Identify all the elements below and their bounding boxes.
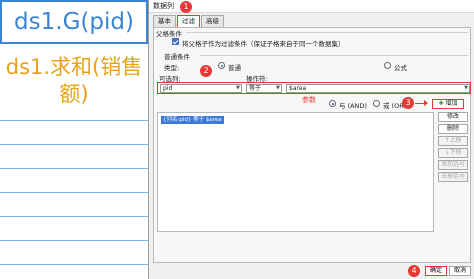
remove-bracket-button[interactable]: 去掉括号	[438, 172, 468, 182]
spreadsheet-area: ds1.G(pid) ds1.求和(销售额)	[0, 0, 148, 279]
remove-bracket-label: 去掉括号	[440, 173, 465, 180]
annotation-arrow	[415, 100, 428, 106]
modify-button-label: 修改	[446, 113, 459, 120]
column-value: pid	[163, 85, 173, 92]
add-bracket-button[interactable]: 添加括号	[438, 160, 468, 170]
value-text: $area	[289, 85, 307, 92]
radio-formula-label: 公式	[394, 64, 407, 72]
grid-line	[0, 240, 148, 241]
chevron-down-icon: ▼	[236, 85, 240, 91]
radio-normal[interactable]	[218, 62, 225, 69]
ok-button-label: 确定	[429, 267, 442, 274]
grid-line	[0, 168, 148, 169]
cell-b-text: ds1.求和(销售额)	[5, 55, 143, 106]
cell-ds1-group[interactable]: ds1.G(pid)	[0, 0, 148, 44]
ok-button[interactable]: 确定	[425, 266, 447, 276]
operator-value: 等于	[249, 85, 262, 92]
move-up-button[interactable]: ↑上移	[438, 136, 468, 146]
radio-or[interactable]	[373, 100, 380, 107]
grid-line	[0, 144, 148, 145]
parent-filter-checkbox[interactable]	[172, 38, 179, 45]
annotation-badge-3: 3	[402, 97, 414, 109]
grid-line	[0, 120, 148, 121]
operator-select[interactable]: 等于 ▼	[246, 84, 282, 93]
data-column-dialog: 数据列 基本 过滤 高级 父格条件 将父格子作为过滤条件（保证子格来自于同一个数…	[148, 0, 474, 279]
grid-line	[0, 216, 148, 217]
cancel-button-label: 取消	[453, 267, 466, 274]
move-down-button[interactable]: ↓下移	[438, 148, 468, 158]
tab-filter[interactable]: 过滤	[177, 15, 200, 27]
add-condition-button[interactable]: ✚ 增加	[432, 99, 464, 109]
delete-button-label: 删除	[446, 125, 459, 132]
annotation-badge-1: 1	[180, 1, 192, 13]
value-input[interactable]: $area ▼	[286, 84, 470, 93]
chevron-down-icon: ▼	[464, 85, 468, 91]
filter-panel: 父格条件 将父格子作为过滤条件（保证子格来自于同一个数据集） 普通条件 类型: …	[153, 27, 471, 263]
annotation-badge-4: 4	[408, 265, 420, 277]
delete-button[interactable]: 删除	[438, 124, 468, 134]
add-bracket-label: 添加括号	[440, 161, 465, 168]
condition-list-item[interactable]: {列名:pid} 等于 $area	[161, 116, 224, 124]
condition-list[interactable]: {列名:pid} 等于 $area	[157, 112, 434, 232]
chevron-down-icon: ▼	[276, 85, 280, 91]
dialog-titlebar: 数据列	[149, 0, 474, 13]
grid-line	[0, 192, 148, 193]
up-button-label: 上移	[449, 137, 462, 144]
parameter-label: 参数	[302, 96, 316, 104]
condition-field-row: pid ▼ 等于 ▼ $area ▼	[157, 82, 471, 94]
column-select[interactable]: pid ▼	[160, 84, 242, 93]
cell-ds1-sum[interactable]: ds1.求和(销售额)	[0, 48, 148, 114]
radio-normal-label: 普通	[228, 64, 241, 72]
type-label: 类型:	[164, 64, 180, 72]
grid-line	[0, 264, 148, 265]
radio-and[interactable]	[329, 100, 336, 107]
parent-condition-heading: 父格条件	[156, 30, 182, 38]
radio-formula[interactable]	[384, 62, 391, 69]
radio-and-label: 与 (AND)	[339, 102, 367, 110]
modify-button[interactable]: 修改	[438, 112, 468, 122]
cancel-button[interactable]: 取消	[449, 266, 471, 276]
divider	[186, 32, 468, 33]
dialog-title: 数据列	[153, 2, 174, 10]
plus-icon: ✚	[438, 100, 444, 107]
annotation-badge-2: 2	[200, 65, 212, 77]
add-button-label: 增加	[445, 100, 458, 107]
divider	[200, 55, 468, 56]
normal-condition-heading: 普通条件	[164, 53, 190, 61]
down-button-label: 下移	[449, 149, 462, 156]
tab-basic[interactable]: 基本	[153, 15, 176, 27]
parent-filter-label: 将父格子作为过滤条件（保证子格来自于同一个数据集）	[182, 40, 345, 48]
tab-advanced[interactable]: 高级	[201, 15, 224, 27]
tab-bar: 基本 过滤 高级	[153, 15, 225, 27]
cell-a-text: ds1.G(pid)	[14, 9, 134, 35]
